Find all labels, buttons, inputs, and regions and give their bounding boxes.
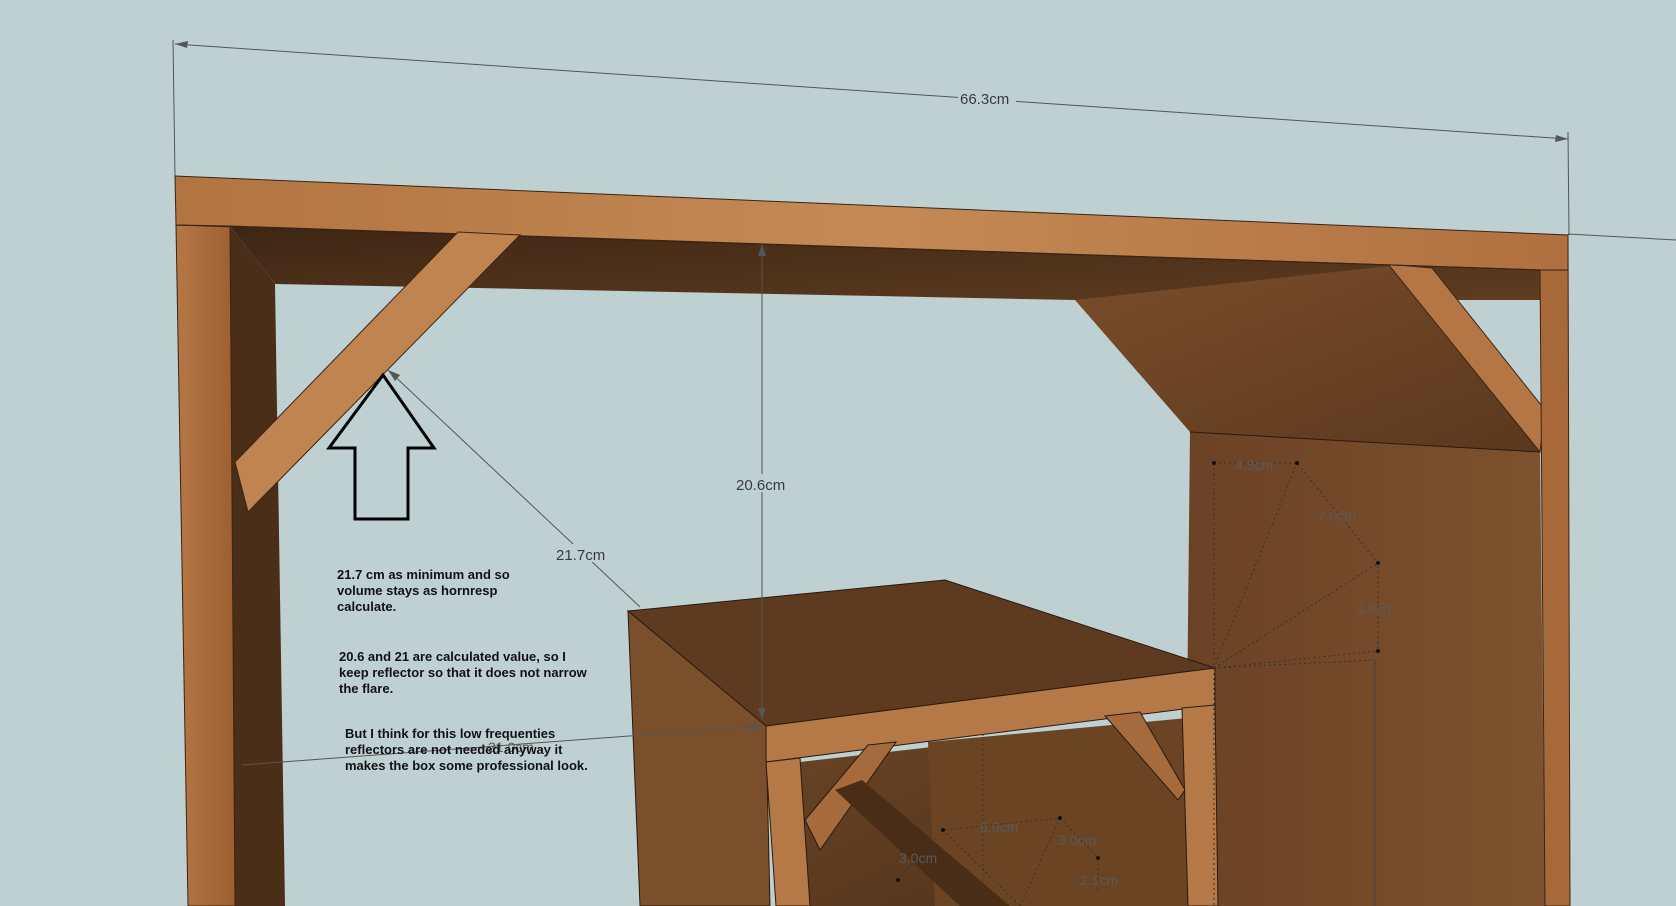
right-chamber-side [1185, 432, 1545, 906]
segment-right-label: 4.6cm [1357, 601, 1395, 617]
lower-seg-b-label: 3.0cm [1058, 832, 1096, 848]
note-reflectors-opinion: But I think for this low frequenties ref… [345, 726, 588, 773]
note-minimum-volume: 21.7 cm as minimum and so volume stays a… [337, 567, 510, 614]
center-box-front-right-post [1181, 704, 1219, 906]
overall-width-label: 66.3cm [960, 91, 1009, 108]
right-front-post [1539, 233, 1571, 906]
segment-diag-label: 7.0cm [1318, 508, 1356, 524]
left-back-post [230, 226, 285, 906]
lower-seg-d-label: 2.1cm [1080, 872, 1118, 888]
left-front-post [175, 224, 236, 906]
lower-seg-c-label: 3.0cm [899, 850, 937, 866]
vertical-gap-label: 20.6cm [736, 477, 785, 494]
note-calculated-values: 20.6 and 21 are calculated value, so I k… [339, 649, 587, 696]
segment-top-label: 4.8cm [1235, 457, 1273, 473]
diagonal-gap-label: 21.7cm [556, 547, 605, 564]
lower-seg-a-label: 6.0cm [980, 819, 1018, 835]
sketch-scene: 66.3cm 20.6cm 21.7cm 21.0cm 4.8cm 7.0cm … [172, 39, 1676, 906]
